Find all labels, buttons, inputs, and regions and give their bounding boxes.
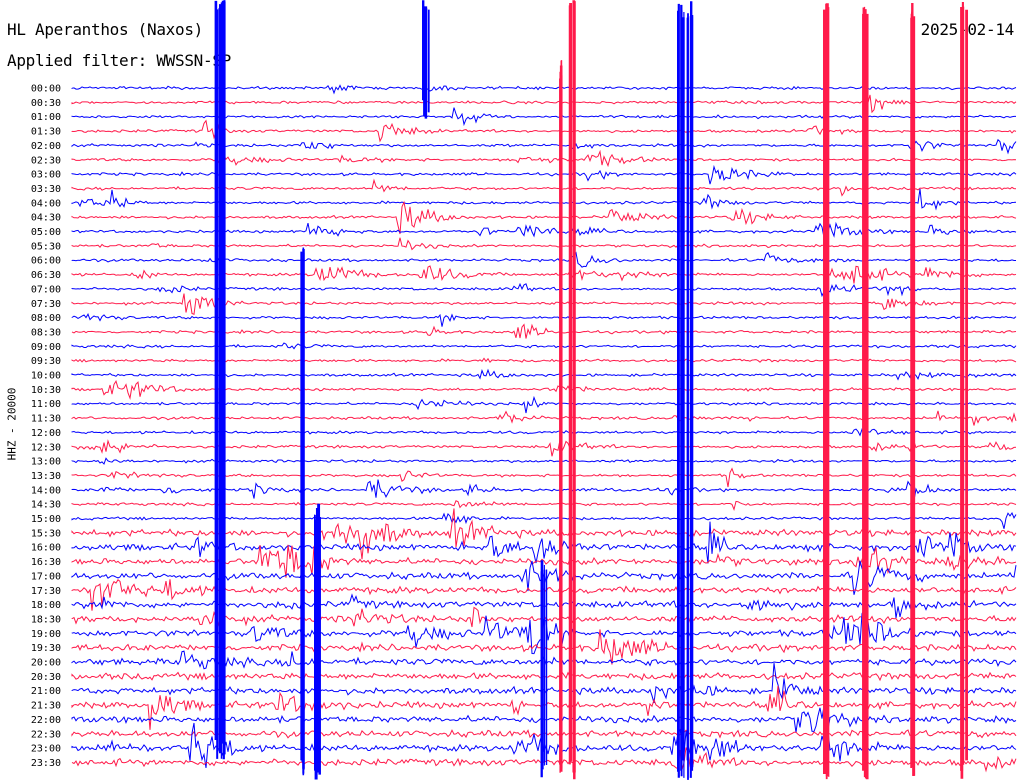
trace-line — [71, 357, 1017, 364]
trace-line — [71, 439, 1017, 457]
trace-line — [71, 188, 1017, 211]
trace-line — [71, 323, 1017, 339]
time-label: 13:00 — [31, 457, 61, 468]
trace-line — [71, 500, 1017, 512]
time-label: 16:00 — [31, 543, 61, 554]
trace-line — [71, 457, 1017, 465]
time-label: 02:30 — [31, 155, 61, 166]
time-label: 09:00 — [31, 342, 61, 353]
time-label: 13:30 — [31, 471, 61, 482]
time-label: 10:00 — [31, 371, 61, 382]
time-label: 21:30 — [31, 701, 61, 712]
trace-line — [71, 138, 1017, 155]
time-label: 07:00 — [31, 284, 61, 295]
time-label: 05:30 — [31, 241, 61, 252]
time-label: 20:30 — [31, 672, 61, 683]
time-label: 04:00 — [31, 198, 61, 209]
time-label: 06:00 — [31, 256, 61, 267]
trace-line — [71, 313, 1017, 327]
time-label: 20:00 — [31, 658, 61, 669]
trace-line — [71, 265, 1017, 284]
time-label: 14:00 — [31, 485, 61, 496]
trace-line — [71, 479, 1017, 501]
time-label: 19:00 — [31, 629, 61, 640]
time-label: 12:00 — [31, 428, 61, 439]
time-label: 15:30 — [31, 528, 61, 539]
trace-line — [71, 149, 1017, 168]
trace-line — [71, 380, 1017, 401]
trace-line — [71, 178, 1017, 197]
time-label: 04:30 — [31, 213, 61, 224]
trace-line — [71, 282, 1017, 298]
trace-line — [71, 221, 1017, 238]
time-label: 01:00 — [31, 112, 61, 123]
time-label: 12:30 — [31, 442, 61, 453]
time-label: 11:30 — [31, 414, 61, 425]
time-label: 18:00 — [31, 600, 61, 611]
trace-line — [71, 119, 1017, 143]
time-label: 23:30 — [31, 758, 61, 769]
trace-line — [71, 467, 1017, 488]
time-label: 01:30 — [31, 127, 61, 138]
time-label: 00:00 — [31, 84, 61, 95]
time-label: 10:30 — [31, 385, 61, 396]
time-label: 22:00 — [31, 715, 61, 726]
time-label: 03:00 — [31, 170, 61, 181]
trace-line — [71, 342, 1017, 350]
time-label: 03:30 — [31, 184, 61, 195]
time-label: 18:30 — [31, 614, 61, 625]
time-label: 08:30 — [31, 327, 61, 338]
trace-line — [71, 200, 1017, 235]
time-label: 19:30 — [31, 643, 61, 654]
time-label: 21:00 — [31, 686, 61, 697]
trace-line — [71, 428, 1017, 437]
time-label: 16:30 — [31, 557, 61, 568]
trace-line — [71, 237, 1017, 251]
time-label: 09:30 — [31, 356, 61, 367]
trace-line — [71, 107, 1016, 127]
trace-line — [71, 251, 1016, 268]
trace-line — [71, 84, 1017, 95]
time-label-group: 00:00 00:30 01:00 01:30 02:00 02:30 03:00 03:30… — [31, 84, 61, 769]
trace-line — [71, 521, 1017, 564]
time-label: 11:00 — [31, 399, 61, 410]
trace-line — [71, 293, 1017, 316]
trace-line — [71, 94, 1017, 114]
time-label: 02:00 — [31, 141, 61, 152]
time-label: 17:00 — [31, 571, 61, 582]
trace-line — [71, 511, 1017, 529]
time-label: 22:30 — [31, 729, 61, 740]
trace-line — [71, 395, 1017, 414]
time-label: 07:30 — [31, 299, 61, 310]
time-label: 08:00 — [31, 313, 61, 324]
time-label: 17:30 — [31, 586, 61, 597]
time-label: 23:00 — [31, 744, 61, 755]
trace-line — [71, 164, 1017, 185]
time-label: 05:00 — [31, 227, 61, 238]
helicorder-plot: 00:00 00:30 01:00 01:30 02:00 02:30 03:00 03:30… — [31, 0, 1017, 780]
trace-line — [71, 410, 1017, 426]
trace-line — [71, 368, 1017, 381]
time-label: 06:30 — [31, 270, 61, 281]
time-label: 15:00 — [31, 514, 61, 525]
time-label: 14:30 — [31, 500, 61, 511]
time-label: 00:30 — [31, 98, 61, 109]
